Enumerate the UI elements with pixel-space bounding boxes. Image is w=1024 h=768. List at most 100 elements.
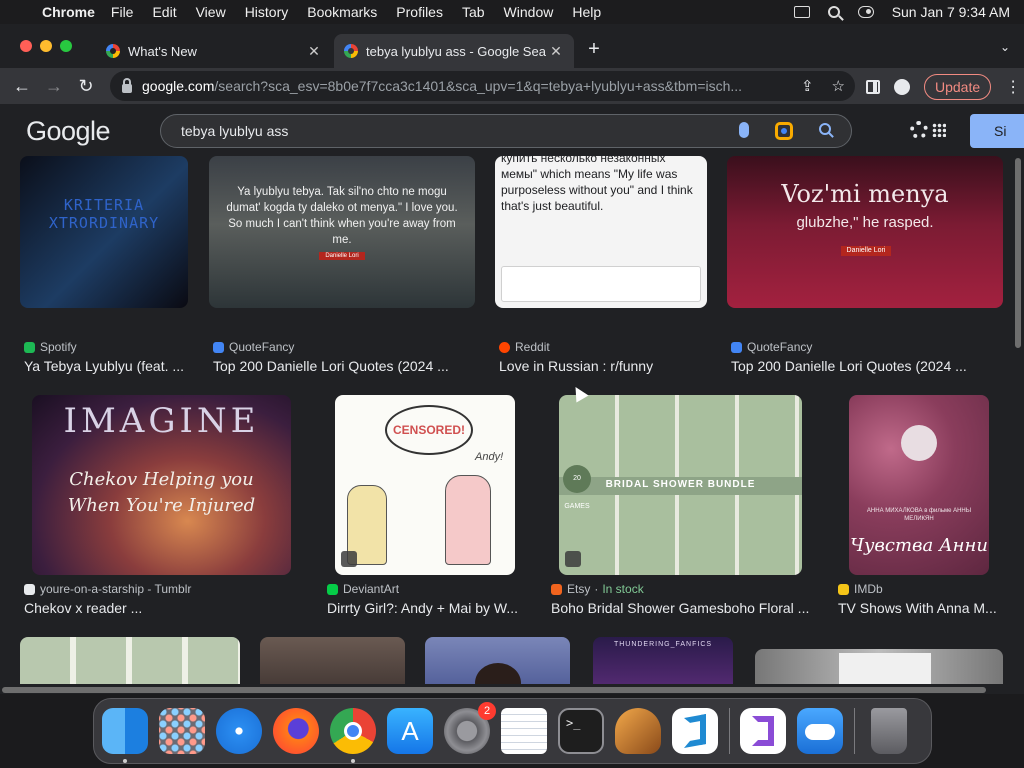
result-title[interactable]: TV Shows With Anna M... bbox=[838, 600, 998, 616]
tab-close-icon[interactable]: ✕ bbox=[548, 43, 564, 60]
dock-separator bbox=[854, 708, 855, 754]
source-name: Etsy bbox=[567, 582, 591, 596]
menu-clock[interactable]: Sun Jan 7 9:34 AM bbox=[892, 4, 1010, 20]
google-lens-icon[interactable] bbox=[775, 122, 793, 140]
result-source: youre-on-a-starship - Tumblr bbox=[24, 582, 191, 596]
tab-close-icon[interactable]: ✕ bbox=[306, 43, 322, 60]
launchpad-icon[interactable] bbox=[159, 708, 205, 754]
menu-app-name[interactable]: Chrome bbox=[42, 4, 95, 20]
search-input[interactable]: tebya lyublyu ass bbox=[181, 123, 288, 139]
thumbnail-text: IMAGINE bbox=[63, 401, 260, 441]
result-title[interactable]: Chekov x reader ... bbox=[24, 600, 304, 616]
minimize-window-button[interactable] bbox=[40, 40, 52, 52]
menu-help[interactable]: Help bbox=[572, 4, 601, 20]
spotify-icon bbox=[24, 341, 35, 353]
result-title[interactable]: Love in Russian : r/funny bbox=[499, 358, 709, 374]
profile-avatar-icon[interactable] bbox=[894, 79, 910, 95]
thumbnail-text: Voz'mi menya bbox=[781, 180, 949, 208]
result-thumbnail[interactable]: Ya lyublyu tebya. Tak sil'no chto ne mog… bbox=[209, 156, 475, 308]
vscode-icon[interactable] bbox=[672, 708, 718, 754]
side-panel-icon[interactable] bbox=[866, 80, 880, 94]
result-title[interactable]: Boho Bridal Shower Gamesboho Floral ... bbox=[551, 600, 815, 616]
update-button[interactable]: Update bbox=[924, 74, 992, 100]
result-thumbnail[interactable]: купить несколько незаконных мемы" which … bbox=[495, 156, 707, 308]
menu-file[interactable]: File bbox=[111, 4, 134, 20]
trash-icon[interactable] bbox=[871, 708, 907, 754]
lock-icon[interactable] bbox=[122, 77, 132, 93]
firefox-icon[interactable] bbox=[273, 708, 319, 754]
result-source: Reddit bbox=[499, 340, 550, 354]
thumbnail-text: THUNDERING_FANFICS bbox=[613, 641, 713, 648]
reload-button[interactable]: ↻ bbox=[70, 76, 102, 97]
menu-edit[interactable]: Edit bbox=[152, 4, 176, 20]
notification-badge: 2 bbox=[478, 702, 496, 720]
deviantart-icon bbox=[327, 583, 338, 595]
chrome-icon[interactable] bbox=[330, 708, 376, 763]
search-icon[interactable] bbox=[819, 123, 831, 135]
dock: A 2 >_ bbox=[93, 698, 932, 764]
source-name: youre-on-a-starship - Tumblr bbox=[40, 582, 192, 596]
voice-search-icon[interactable] bbox=[739, 122, 749, 138]
tab-search-chevron-icon[interactable]: ⌄ bbox=[1000, 40, 1010, 54]
result-thumbnail[interactable]: KRITERIA XTRORDINARY bbox=[20, 156, 188, 308]
result-thumbnail[interactable]: CENSORED! Andy! bbox=[335, 395, 515, 575]
result-title[interactable]: Top 200 Danielle Lori Quotes (2024 ... bbox=[731, 358, 1003, 374]
result-thumbnail[interactable]: IMAGINE Chekov Helping you When You're I… bbox=[32, 395, 291, 575]
thumbnail-text: Ya lyublyu tebya. Tak sil'no chto ne mog… bbox=[226, 186, 458, 246]
thumbnail-subtext: 20 GAMES bbox=[563, 465, 591, 510]
bookmark-star-icon[interactable]: ☆ bbox=[832, 77, 845, 95]
result-title[interactable]: Ya Tebya Lyublyu (feat. ... bbox=[24, 358, 194, 374]
app-store-icon[interactable]: A bbox=[387, 708, 433, 754]
google-header: Google tebya lyublyu ass Si bbox=[0, 104, 1024, 156]
horizontal-scrollbar[interactable] bbox=[0, 684, 1012, 694]
vertical-scrollbar[interactable] bbox=[1012, 156, 1024, 694]
thumbnail-subtext: Chekov Helping you When You're Injured bbox=[67, 469, 256, 516]
tab-whats-new[interactable]: What's New ✕ bbox=[96, 34, 332, 68]
screen-mirroring-icon[interactable] bbox=[793, 6, 810, 18]
horizontal-scroll-thumb[interactable] bbox=[2, 687, 986, 693]
google-favicon-icon bbox=[344, 44, 358, 58]
menu-bookmarks[interactable]: Bookmarks bbox=[307, 4, 377, 20]
close-window-button[interactable] bbox=[20, 40, 32, 52]
safari-icon[interactable] bbox=[216, 708, 262, 754]
chrome-window: What's New ✕ tebya lyublyu ass - Google … bbox=[0, 24, 1024, 694]
textedit-icon[interactable] bbox=[501, 708, 547, 754]
garageband-icon[interactable] bbox=[615, 708, 661, 754]
result-title[interactable]: Dirrty Girl?: Andy + Mai by W... bbox=[327, 600, 519, 616]
zoom-window-button[interactable] bbox=[60, 40, 72, 52]
result-title[interactable]: Top 200 Danielle Lori Quotes (2024 ... bbox=[213, 358, 483, 374]
new-tab-button[interactable]: + bbox=[584, 38, 604, 61]
result-thumbnail[interactable]: BRIDAL SHOWER BUNDLE 20 GAMES bbox=[559, 395, 802, 575]
tab-google-search[interactable]: tebya lyublyu ass - Google Sea ✕ bbox=[334, 34, 574, 68]
menu-window[interactable]: Window bbox=[504, 4, 554, 20]
thumbnail-subtext: Danielle Lori bbox=[841, 246, 891, 256]
tumblr-icon bbox=[24, 583, 35, 595]
forward-button[interactable]: → bbox=[38, 76, 70, 97]
share-icon[interactable]: ⇪ bbox=[801, 77, 814, 95]
google-logo[interactable]: Google bbox=[26, 116, 111, 147]
url-host: google.com bbox=[142, 78, 215, 94]
address-bar[interactable]: google.com /search?sca_esv=8b0e7f7cca3c1… bbox=[110, 71, 855, 101]
search-box[interactable]: tebya lyublyu ass bbox=[160, 114, 852, 148]
visual-studio-icon[interactable] bbox=[740, 708, 786, 754]
weather-icon[interactable] bbox=[797, 708, 843, 754]
settings-gear-icon[interactable] bbox=[910, 121, 928, 139]
chrome-menu-icon[interactable]: ⋮ bbox=[1005, 77, 1021, 97]
sign-in-button[interactable]: Si bbox=[970, 114, 1024, 148]
result-thumbnail[interactable]: АННА МИХАЛКОВА в фильме АННЫ МЕЛИКЯН Чув… bbox=[849, 395, 989, 575]
spotlight-search-icon[interactable] bbox=[827, 6, 840, 18]
window-controls bbox=[20, 40, 72, 52]
menu-history[interactable]: History bbox=[245, 4, 289, 20]
terminal-icon[interactable]: >_ bbox=[558, 708, 604, 754]
menu-profiles[interactable]: Profiles bbox=[396, 4, 443, 20]
system-settings-icon[interactable]: 2 bbox=[444, 702, 496, 754]
back-button[interactable]: ← bbox=[6, 76, 38, 97]
google-apps-icon[interactable] bbox=[932, 123, 946, 137]
result-thumbnail[interactable]: Voz'mi menya glubzhe," he rasped. Daniel… bbox=[727, 156, 1003, 308]
menu-view[interactable]: View bbox=[196, 4, 226, 20]
control-center-icon[interactable] bbox=[857, 6, 874, 18]
menu-tab[interactable]: Tab bbox=[462, 4, 485, 20]
finder-icon[interactable] bbox=[102, 708, 148, 763]
vertical-scroll-thumb[interactable] bbox=[1015, 158, 1021, 348]
price-tag-icon bbox=[565, 551, 581, 567]
